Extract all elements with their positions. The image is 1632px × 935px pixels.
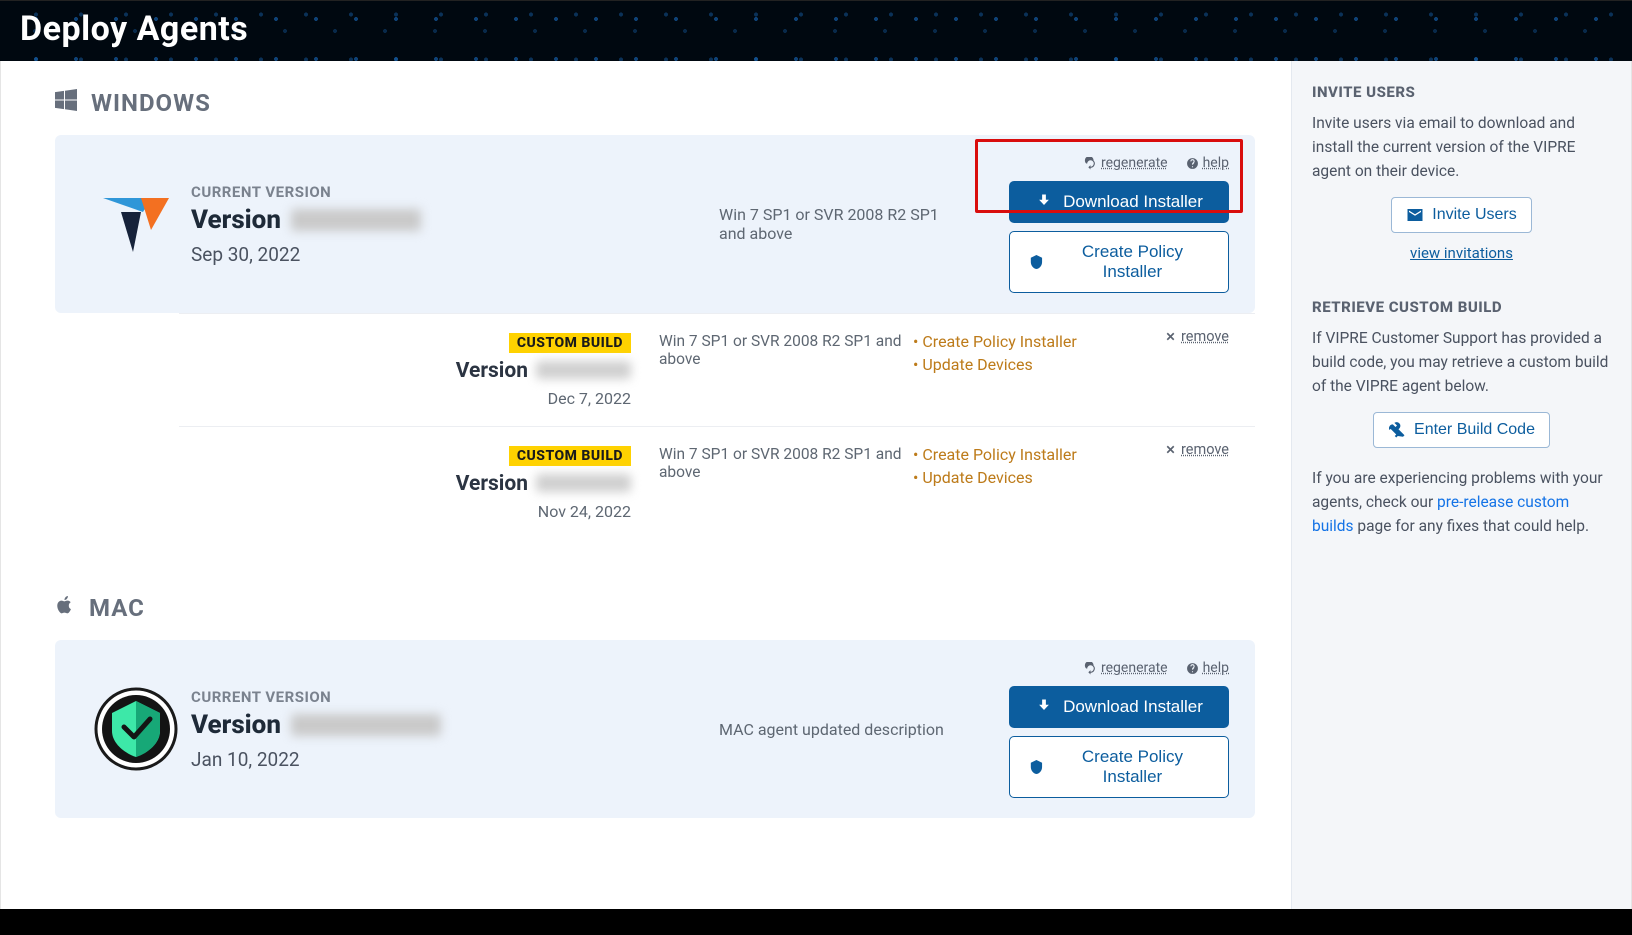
version-date: Jan 10, 2022 [191,748,719,771]
current-version-label: CURRENT VERSION [191,183,719,201]
sidebar: INVITE USERS Invite users via email to d… [1291,61,1631,909]
windows-current-card: CURRENT VERSION Version Sep 30, 2022 Win… [55,135,1255,313]
footer-bar [0,909,1632,935]
windows-section-heading: WINDOWS [55,89,1255,117]
version-description: Win 7 SP1 or SVR 2008 R2 SP1 and above [659,332,909,368]
custom-build-row: remove CUSTOM BUILD Version Nov 24, 2022… [179,427,1255,539]
invite-users-text: Invite users via email to download and i… [1312,111,1611,183]
custom-build-badge: CUSTOM BUILD [509,333,631,353]
remove-link[interactable]: remove [1164,441,1229,458]
create-policy-installer-button[interactable]: Create Policy Installer [1009,736,1229,798]
mac-section-heading: MAC [55,594,1255,622]
download-installer-button[interactable]: Download Installer [1009,686,1229,728]
version-description: Win 7 SP1 or SVR 2008 R2 SP1 and above [659,445,909,481]
invite-users-button[interactable]: Invite Users [1391,197,1531,233]
help-link[interactable]: help [1186,155,1229,171]
page-header: Deploy Agents [0,0,1632,61]
version-description: Win 7 SP1 or SVR 2008 R2 SP1 and above [719,205,989,243]
retrieve-build-title: RETRIEVE CUSTOM BUILD [1312,298,1611,316]
regenerate-link[interactable]: regenerate [1084,155,1168,171]
version-number-redacted [536,361,631,379]
version-word: Version [456,472,528,496]
custom-build-badge: CUSTOM BUILD [509,446,631,466]
current-version-label: CURRENT VERSION [191,688,719,706]
windows-icon [55,89,77,117]
page-title: Deploy Agents [20,9,1612,49]
mac-heading-text: MAC [89,594,145,622]
windows-heading-text: WINDOWS [91,89,211,117]
invite-users-section: INVITE USERS Invite users via email to d… [1312,83,1611,262]
version-date: Nov 24, 2022 [329,502,631,521]
retrieve-build-text: If VIPRE Customer Support has provided a… [1312,326,1611,398]
windows-custom-builds: remove CUSTOM BUILD Version Dec 7, 2022 … [179,313,1255,539]
remove-link[interactable]: remove [1164,328,1229,345]
download-installer-button[interactable]: Download Installer [1009,181,1229,223]
create-policy-installer-button[interactable]: Create Policy Installer [1009,231,1229,293]
apple-icon [55,594,75,622]
version-number-redacted [291,714,441,736]
version-description: MAC agent updated description [719,720,989,739]
retrieve-build-note: If you are experiencing problems with yo… [1312,466,1611,538]
retrieve-build-section: RETRIEVE CUSTOM BUILD If VIPRE Customer … [1312,298,1611,538]
view-invitations-link[interactable]: view invitations [1410,244,1513,262]
mac-agent-logo [81,687,191,771]
version-word: Version [191,710,281,740]
version-word: Version [456,359,528,383]
version-date: Dec 7, 2022 [329,389,631,408]
vipre-logo [81,192,191,256]
custom-build-row: remove CUSTOM BUILD Version Dec 7, 2022 … [179,314,1255,427]
enter-build-code-button[interactable]: Enter Build Code [1373,412,1550,448]
update-devices-link[interactable]: Update Devices [913,468,1229,487]
main-content: WINDOWS CURRENT VERSION Version Sep 30, … [1,61,1291,909]
version-number-redacted [536,474,631,492]
invite-users-title: INVITE USERS [1312,83,1611,101]
version-number-redacted [291,209,421,231]
help-link[interactable]: help [1186,660,1229,676]
regenerate-link[interactable]: regenerate [1084,660,1168,676]
version-word: Version [191,205,281,235]
version-date: Sep 30, 2022 [191,243,719,266]
update-devices-link[interactable]: Update Devices [913,355,1229,374]
mac-current-card: CURRENT VERSION Version Jan 10, 2022 MAC… [55,640,1255,818]
